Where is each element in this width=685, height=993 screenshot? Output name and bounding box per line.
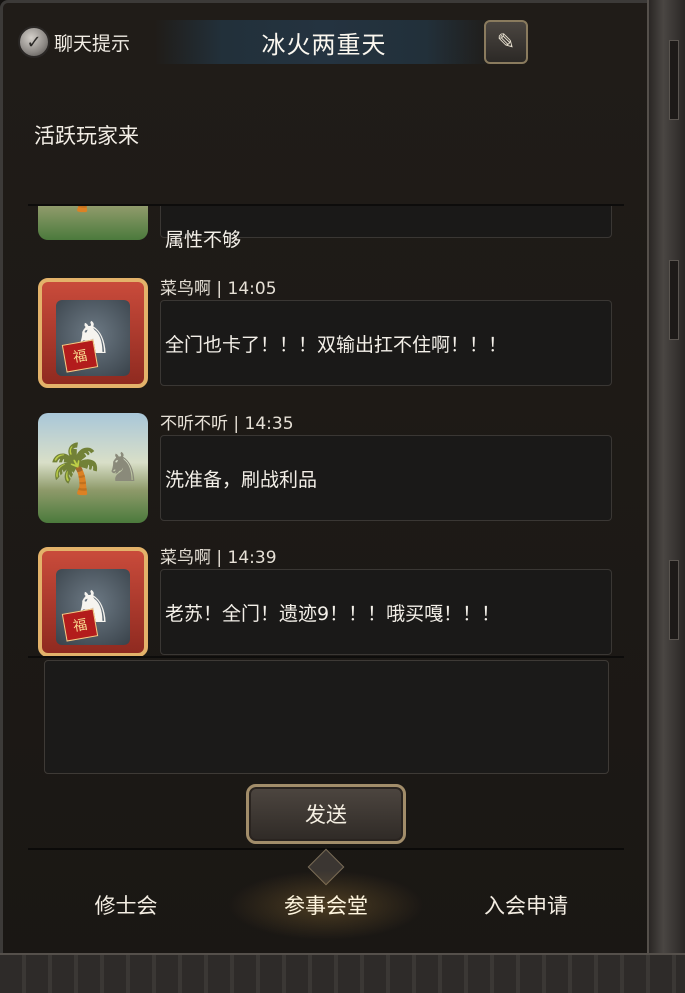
palm-statue-avatar[interactable]: 🌴♞ [38,206,148,240]
tab-guild[interactable]: 修士会 [28,870,224,940]
message-meta: 菜鸟啊 | 14:05 [160,279,277,299]
page-title: 冰火两重天 [261,30,387,59]
frame-notch [669,560,679,640]
checkmark-icon[interactable]: ✓ [18,26,50,58]
horse-avatar[interactable]: ♞ 福 [38,278,148,388]
bottom-tab-bar: 修士会 参事会堂 入会申请 [28,848,624,948]
message-meta: 菜鸟啊 | 14:39 [160,548,277,568]
message-text: 洗准备，刷战利品 [165,468,318,491]
send-button[interactable]: 发送 [246,784,406,844]
message-text: 属性不够 [165,229,242,251]
message-text: 老苏！全门！遗迹9！！！哦买嘎！！！ [165,602,501,625]
chat-tip-toggle[interactable]: ✓ 聊天提示 [18,26,130,58]
title-plate: 冰火两重天 [154,20,494,64]
notice-text: 活跃玩家来 [34,124,139,148]
message-bubble: 老苏！全门！遗迹9！！！哦买嘎！！！ [160,569,612,655]
message-item: ♞ 福 菜鸟啊 | 14:05 全门也卡了！！！双输出扛不住啊！！！ [28,270,624,400]
frame-notch [669,40,679,120]
edit-button[interactable]: ✎ [484,20,528,64]
palm-icon: 🌴♞ [38,206,148,240]
frame-notch [669,260,679,340]
message-item: ♞ 福 菜鸟啊 | 14:39 老苏！全门！遗迹9！！！哦买嘎！！！ [28,539,624,658]
bottom-frame-border [0,953,685,993]
message-bubble: 属性不够 [160,206,612,251]
message-text: 全门也卡了！！！双输出扛不住啊！！！ [165,333,508,356]
message-list[interactable]: 🌴♞ 属性不够 ♞ 福 菜鸟啊 | 14:05 全门也卡了！！！双输出扛不住啊！… [28,206,624,658]
message-bubble: 洗准备，刷战利品 [160,435,612,521]
palm-statue-avatar[interactable]: 🌴♞ [38,413,148,523]
message-meta: 不听不听 | 14:35 [160,414,294,434]
message-bubble: 全门也卡了！！！双输出扛不住啊！！！ [160,300,612,386]
fu-badge-icon: 福 [61,339,99,373]
message-item: 🌴 ♞ 不听不听 | 14:35 洗准备，刷战利品 [28,405,624,535]
fu-badge-icon: 福 [61,608,99,642]
horse-avatar[interactable]: ♞ 福 [38,547,148,657]
tab-council-hall[interactable]: 参事会堂 [228,870,424,940]
right-frame-border [647,0,685,993]
palm-icon: 🌴♞ [45,440,141,497]
pencil-icon: ✎ [496,29,516,55]
chat-tip-label: 聊天提示 [54,32,131,55]
message-item: 🌴♞ 属性不够 [28,206,624,252]
chat-header: ✓ 聊天提示 冰火两重天 ✎ [14,16,644,70]
tab-join-requests[interactable]: 入会申请 [428,870,624,940]
message-input[interactable] [44,660,609,774]
divider [28,656,624,658]
